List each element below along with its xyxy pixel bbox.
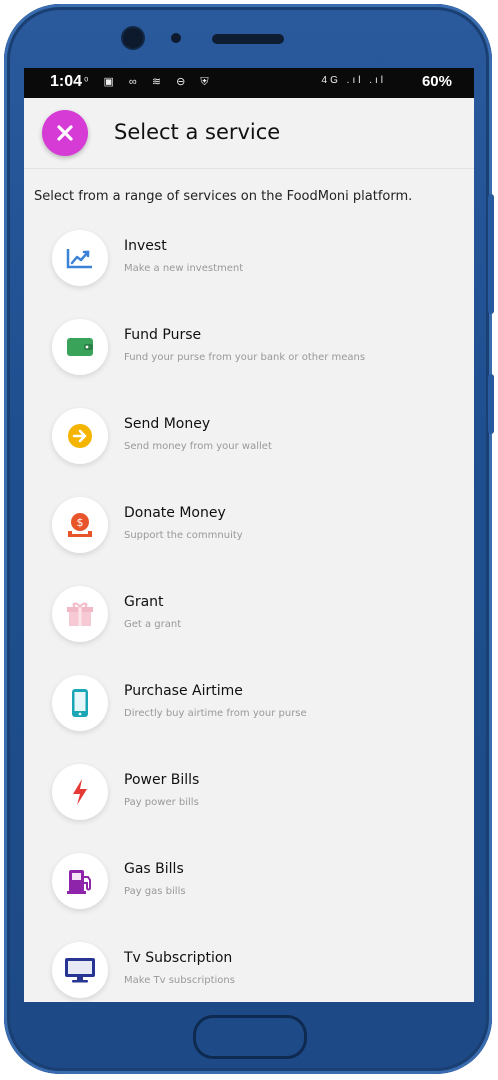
gas-pump-icon: [67, 870, 91, 894]
service-icon-circle: [52, 853, 108, 909]
service-icon-circle: [52, 586, 108, 642]
service-title: Donate Money: [124, 505, 226, 521]
service-icon-circle: [52, 675, 108, 731]
chart-icon: [66, 249, 92, 269]
service-subtitle: Pay power bills: [124, 797, 199, 808]
page-title: Select a service: [114, 120, 281, 144]
app-screen: 1:04 ⁰ ▣ ∞ ≋ ⊖ ⛨ 4G .ıl .ıl 60% Select a…: [24, 68, 474, 1002]
service-icon-circle: [52, 942, 108, 998]
service-donate-money[interactable]: $ Donate Money Support the commnuity: [52, 497, 472, 557]
service-purchase-airtime[interactable]: Purchase Airtime Directly buy airtime fr…: [52, 675, 472, 735]
service-subtitle: Pay gas bills: [124, 886, 186, 897]
service-title: Fund Purse: [124, 327, 202, 343]
service-icon-circle: [52, 230, 108, 286]
page-header: Select a service: [24, 98, 474, 169]
proximity-sensor: [171, 33, 181, 43]
gift-icon: [67, 602, 93, 626]
home-button[interactable]: [193, 1015, 307, 1059]
service-subtitle: Make Tv subscriptions: [124, 975, 235, 986]
volume-button: [488, 194, 494, 314]
close-icon: [57, 125, 73, 141]
lightning-icon: [73, 779, 87, 805]
service-subtitle: Make a new investment: [124, 263, 244, 274]
power-button: [488, 374, 494, 434]
service-icon-circle: [52, 319, 108, 375]
intro-text: Select from a range of services on the F…: [34, 189, 413, 204]
service-title: Purchase Airtime: [124, 683, 243, 699]
service-icon-circle: [52, 764, 108, 820]
service-title: Grant: [124, 594, 164, 610]
service-power-bills[interactable]: Power Bills Pay power bills: [52, 764, 472, 824]
battery-percent: 60%: [421, 73, 452, 90]
service-title: Power Bills: [124, 772, 200, 788]
mobile-icon: [72, 689, 88, 717]
service-send-money[interactable]: Send Money Send money from your wallet: [52, 408, 472, 468]
service-invest[interactable]: Invest Make a new investment: [52, 230, 472, 290]
status-time: 1:04: [50, 73, 83, 90]
service-subtitle: Send money from your wallet: [124, 441, 272, 452]
service-title: Gas Bills: [124, 861, 184, 877]
earpiece-speaker: [212, 34, 284, 44]
tv-icon: [65, 958, 95, 983]
service-subtitle: Get a grant: [124, 619, 182, 630]
service-gas-bills[interactable]: Gas Bills Pay gas bills: [52, 853, 472, 913]
close-button[interactable]: [42, 110, 88, 156]
service-subtitle: Fund your purse from your bank or other …: [124, 352, 366, 363]
service-fund-purse[interactable]: Fund Purse Fund your purse from your ban…: [52, 319, 472, 379]
signal-icon: 4G .ıl .ıl: [321, 75, 386, 86]
service-icon-circle: $: [52, 497, 108, 553]
service-subtitle: Directly buy airtime from your purse: [124, 708, 307, 719]
service-subtitle: Support the commnuity: [124, 530, 243, 541]
status-bar: 1:04 ⁰ ▣ ∞ ≋ ⊖ ⛨ 4G .ıl .ıl 60%: [24, 68, 474, 98]
svg-text:$: $: [77, 516, 84, 529]
wallet-icon: [67, 338, 93, 356]
service-grant[interactable]: Grant Get a grant: [52, 586, 472, 646]
service-title: Invest: [124, 238, 167, 254]
service-title: Tv Subscription: [124, 950, 233, 966]
service-tv-subscription[interactable]: Tv Subscription Make Tv subscriptions: [52, 942, 472, 1002]
front-camera: [123, 28, 143, 48]
arrow-right-icon: [68, 424, 92, 448]
service-icon-circle: [52, 408, 108, 464]
status-notification-icons: ⁰ ▣ ∞ ≋ ⊖ ⛨: [84, 76, 215, 88]
donate-icon: $: [68, 513, 92, 537]
service-title: Send Money: [124, 416, 211, 432]
